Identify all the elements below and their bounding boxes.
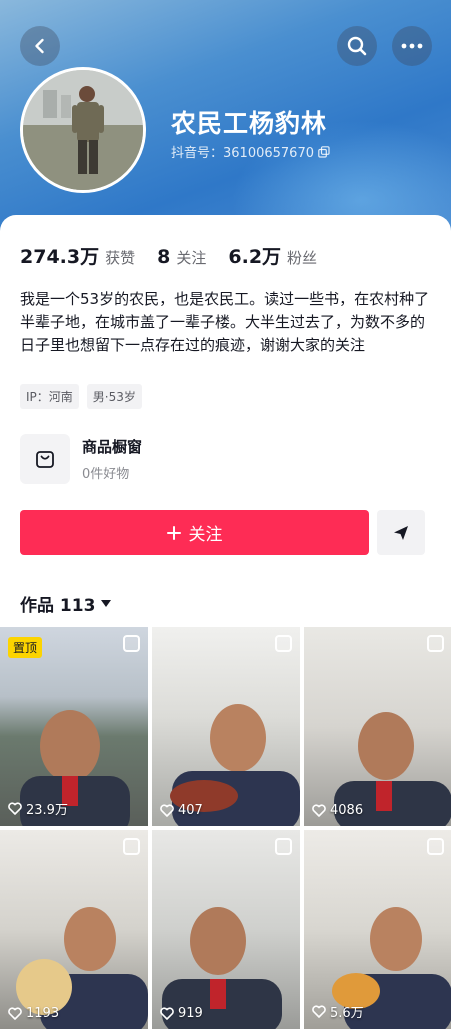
likes-count-text: 4086 — [330, 803, 364, 818]
tab-works[interactable]: 作品 113 — [20, 591, 112, 616]
likes-count: 274.3万 — [20, 246, 100, 268]
search-button[interactable] — [337, 26, 377, 66]
heart-icon — [312, 804, 326, 817]
profile-name: 农民工杨豹林 — [171, 109, 328, 138]
likes-count-text: 5.6万 — [330, 1006, 364, 1021]
douyin-id-text: 抖音号：36100657670 — [171, 146, 314, 161]
likes-count-text: 407 — [178, 803, 203, 818]
follow-button-label: 关注 — [188, 525, 223, 545]
select-checkbox[interactable] — [275, 838, 292, 855]
shop-subtitle: 0件好物 — [82, 467, 130, 482]
bio-text: 我是一个53岁的农民，也是农民工。读过一些书，在农村种了半辈子地，在城市盖了一辈… — [20, 290, 430, 354]
shop-window-entry[interactable]: 商品橱窗 0件好物 — [20, 434, 142, 484]
select-checkbox[interactable] — [427, 635, 444, 652]
likes-count-text: 1193 — [26, 1006, 60, 1021]
heart-icon — [160, 1007, 174, 1020]
likes-count-text: 919 — [178, 1006, 203, 1021]
select-checkbox[interactable] — [275, 635, 292, 652]
video-tile[interactable]: 1193 — [0, 830, 148, 1029]
profile-stats: 274.3万 获赞 8 关注 6.2万 粉丝 — [20, 242, 339, 269]
select-checkbox[interactable] — [123, 838, 140, 855]
video-likes: 407 — [160, 803, 203, 818]
avatar[interactable] — [20, 67, 146, 193]
video-tile[interactable]: 407 — [152, 627, 300, 826]
likes-label: 获赞 — [105, 249, 136, 267]
chevron-left-icon — [35, 38, 44, 54]
select-checkbox[interactable] — [427, 838, 444, 855]
search-icon — [347, 36, 367, 56]
back-button[interactable] — [20, 26, 60, 66]
shop-title: 商品橱窗 — [82, 438, 143, 456]
heart-icon — [160, 804, 174, 817]
video-tile[interactable]: 5.6万 — [304, 830, 451, 1029]
following-label[interactable]: 关注 — [176, 247, 206, 268]
shopping-bag-icon — [36, 451, 54, 468]
shop-icon-box — [20, 434, 70, 484]
video-likes: 1193 — [8, 1006, 59, 1021]
send-icon — [394, 525, 408, 540]
video-tile[interactable]: 4086 — [304, 627, 451, 826]
likes-count-text: 23.9万 — [26, 803, 68, 818]
douyin-id[interactable]: 抖音号：36100657670 — [171, 142, 330, 161]
ip-location-tag: IP：河南 — [20, 384, 79, 409]
gender-age-tag: 男·53岁 — [86, 384, 142, 409]
video-tile[interactable]: 置顶 23.9万 — [0, 627, 148, 826]
avatar-photo — [23, 70, 143, 190]
share-button[interactable] — [377, 510, 425, 555]
copy-icon[interactable] — [318, 145, 330, 158]
works-tab-label: 作品 113 — [20, 596, 96, 616]
pinned-badge: 置顶 — [8, 637, 43, 658]
select-checkbox[interactable] — [123, 635, 140, 652]
caret-down-icon — [101, 600, 112, 607]
heart-icon — [8, 1007, 22, 1020]
video-likes: 919 — [160, 1006, 203, 1021]
video-likes: 5.6万 — [312, 1002, 364, 1021]
heart-icon — [8, 802, 22, 815]
profile-tags: IP：河南 男·53岁 — [20, 384, 142, 409]
profile-card: 274.3万 获赞 8 关注 6.2万 粉丝 我是一个53岁的农民，也是农民工。… — [0, 215, 451, 1035]
more-button[interactable] — [392, 26, 432, 66]
video-likes: 23.9万 — [8, 799, 68, 818]
heart-icon — [312, 1005, 326, 1018]
video-likes: 4086 — [312, 803, 363, 818]
video-tile[interactable]: 919 — [152, 830, 300, 1029]
followers-label[interactable]: 粉丝 — [287, 247, 317, 268]
following-count[interactable]: 8 — [157, 246, 170, 268]
more-dots-icon — [401, 43, 423, 49]
followers-count[interactable]: 6.2万 — [228, 242, 281, 269]
plus-icon — [166, 525, 181, 540]
follow-button[interactable]: 关注 — [20, 510, 369, 555]
